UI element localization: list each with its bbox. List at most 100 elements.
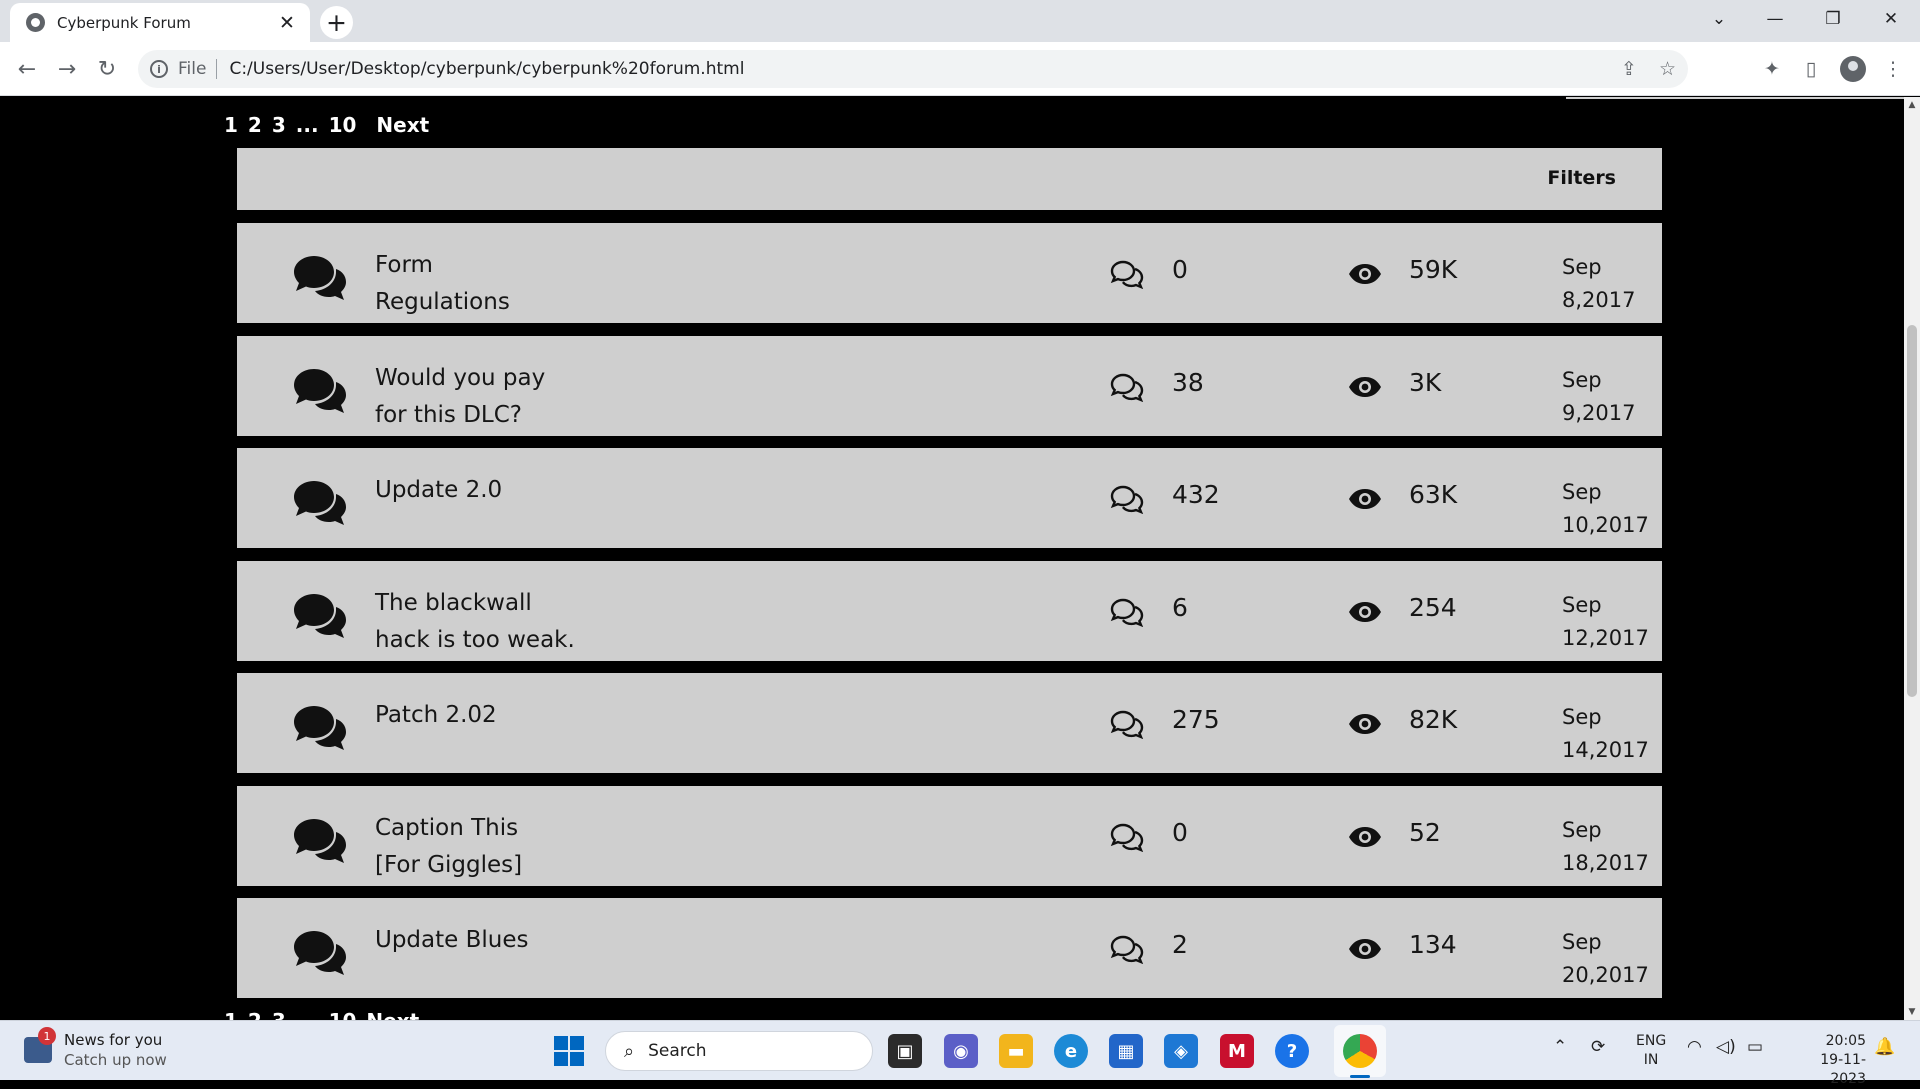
replies-icon	[1110, 484, 1144, 515]
notification-bell-icon[interactable]: 🔔	[1874, 1037, 1895, 1057]
page-link[interactable]: 1	[224, 113, 238, 137]
file-explorer-icon[interactable]: ▬	[999, 1034, 1033, 1068]
forward-button[interactable]: →	[50, 52, 84, 86]
system-clock[interactable]: 20:05 19-11-2023	[1786, 1032, 1866, 1089]
region-code: IN	[1643, 1052, 1659, 1068]
page-link[interactable]: 10	[329, 113, 357, 137]
thread-title[interactable]: Patch 2.02	[375, 697, 615, 734]
scroll-down-arrow[interactable]: ▼	[1904, 1004, 1920, 1020]
chrome-icon[interactable]	[1343, 1034, 1377, 1068]
thread-title[interactable]: The blackwall hack is too weak.	[375, 585, 615, 659]
next-page-link[interactable]: Next	[366, 1009, 419, 1020]
help-icon[interactable]: ?	[1275, 1034, 1309, 1068]
thread-title-line: The blackwall	[375, 589, 532, 616]
news-widget[interactable]: 1 News for you Catch up now	[24, 1027, 167, 1070]
battery-icon[interactable]: ▭	[1747, 1037, 1763, 1057]
eye-icon	[1348, 826, 1382, 848]
news-subtitle: Catch up now	[64, 1051, 167, 1069]
date-day-year: 10,2017	[1562, 513, 1649, 537]
chat-bubbles-icon	[292, 703, 348, 751]
start-button[interactable]	[554, 1036, 584, 1066]
thread-title[interactable]: Would you pay for this DLC?	[375, 360, 615, 434]
page-link[interactable]: 2	[248, 1009, 262, 1020]
pagination-bottom: 1 2 3 ... 10 Next	[224, 1009, 419, 1020]
browser-toolbar: ← → ↻ i File C:/Users/User/Desktop/cyber…	[0, 42, 1920, 96]
page-scrollbar[interactable]: ▲ ▼	[1904, 97, 1920, 1020]
thread-row[interactable]: Would you pay for this DLC? 38 3K Sep 9,2017	[237, 335, 1662, 436]
close-window-button[interactable]: ✕	[1864, 0, 1918, 38]
browser-tab-strip: Cyberpunk Forum ✕ + ⌄ — ❐ ✕	[0, 0, 1920, 42]
thread-title[interactable]: Caption This [For Giggles]	[375, 810, 615, 884]
microsoft-store-icon[interactable]: ▦	[1109, 1034, 1143, 1068]
scrollbar-thumb[interactable]	[1907, 325, 1917, 697]
thread-row[interactable]: Caption This [For Giggles] 0 52 Sep 18,2017	[237, 785, 1662, 886]
sync-icon[interactable]: ⟳	[1591, 1037, 1605, 1057]
views-count: 52	[1409, 817, 1441, 847]
eye-icon	[1348, 376, 1382, 398]
address-bar[interactable]: i File C:/Users/User/Desktop/cyberpunk/c…	[138, 50, 1688, 88]
taskbar-search[interactable]: ⌕ Search	[605, 1031, 873, 1071]
new-tab-button[interactable]: +	[320, 6, 353, 39]
replies-count: 38	[1172, 367, 1204, 397]
wifi-icon[interactable]: ◠	[1687, 1037, 1702, 1057]
mcafee-icon[interactable]: M	[1220, 1034, 1254, 1068]
thread-title[interactable]: Update Blues	[375, 922, 615, 959]
news-title: News for you	[64, 1031, 163, 1049]
next-page-link[interactable]: Next	[376, 113, 429, 137]
views-count: 134	[1409, 930, 1457, 959]
minimize-button[interactable]: —	[1748, 0, 1802, 38]
thread-title-line: hack is too weak.	[375, 626, 575, 653]
task-view-icon[interactable]: ▣	[888, 1034, 922, 1068]
page-link[interactable]: 10	[329, 1009, 357, 1020]
views-count: 82K	[1409, 705, 1458, 734]
replies-icon	[1110, 259, 1144, 290]
thread-date: Sep 12,2017	[1562, 589, 1662, 655]
date-month: Sep	[1562, 367, 1602, 392]
page-link[interactable]: 2	[248, 113, 262, 137]
thread-row[interactable]: The blackwall hack is too weak. 6 254 Sep 12,…	[237, 560, 1662, 661]
menu-kebab-icon[interactable]: ⋮	[1876, 52, 1910, 86]
chat-bubbles-icon	[292, 591, 348, 639]
teams-chat-icon[interactable]: ◉	[944, 1034, 978, 1068]
chevron-up-icon[interactable]: ⌃	[1553, 1037, 1567, 1057]
page-link[interactable]: 3	[272, 113, 286, 137]
thread-row[interactable]: Patch 2.02 275 82K Sep 14,2017	[237, 673, 1662, 773]
thread-title[interactable]: Form Regulations	[375, 247, 615, 321]
extensions-icon[interactable]: ✦	[1755, 52, 1789, 86]
browser-tab[interactable]: Cyberpunk Forum ✕	[10, 3, 310, 42]
page-link[interactable]: 3	[272, 1009, 286, 1020]
bookmark-star-icon[interactable]: ☆	[1659, 58, 1676, 80]
reload-button[interactable]: ↻	[90, 52, 124, 86]
thread-row[interactable]: Update 2.0 432 63K Sep 10,2017	[237, 448, 1662, 548]
forum-page: 1 2 3 ... 10 Next Filters Form Regulation…	[0, 97, 1904, 1020]
info-icon[interactable]: i	[150, 60, 168, 78]
thread-row[interactable]: Form Regulations 0 59K Sep 8,2017	[237, 223, 1662, 323]
volume-icon[interactable]: ◁)	[1716, 1037, 1736, 1057]
windows-taskbar: 1 News for you Catch up now ⌕ Search ▣ ◉…	[0, 1020, 1920, 1087]
scroll-up-arrow[interactable]: ▲	[1904, 97, 1920, 113]
profile-avatar[interactable]	[1836, 52, 1870, 86]
restore-button[interactable]: ❐	[1806, 0, 1860, 38]
clock-time: 20:05	[1825, 1033, 1866, 1049]
side-panel-icon[interactable]: ▯	[1794, 52, 1828, 86]
thread-row[interactable]: Update Blues 2 134 Sep 20,2017	[237, 898, 1662, 998]
replies-count: 0	[1172, 255, 1188, 284]
thread-title[interactable]: Update 2.0	[375, 472, 615, 509]
url-text[interactable]: C:/Users/User/Desktop/cyberpunk/cyberpun…	[229, 59, 744, 79]
chat-bubbles-icon	[292, 478, 348, 526]
pagination-top: 1 2 3 ... 10 Next	[224, 113, 429, 137]
thread-date: Sep 10,2017	[1562, 476, 1662, 542]
back-button[interactable]: ←	[10, 52, 44, 86]
security-app-icon[interactable]: ◈	[1164, 1034, 1198, 1068]
share-icon[interactable]: ⇪	[1621, 58, 1637, 80]
date-month: Sep	[1562, 480, 1602, 504]
replies-icon	[1110, 597, 1144, 627]
date-day-year: 9,2017	[1562, 400, 1636, 425]
close-tab-icon[interactable]: ✕	[276, 12, 298, 34]
thread-title-line: Update 2.0	[375, 477, 503, 503]
filters-button[interactable]: Filters	[1547, 167, 1616, 189]
language-indicator[interactable]: ENG IN	[1636, 1032, 1666, 1070]
page-link[interactable]: 1	[224, 1009, 238, 1020]
edge-browser-icon[interactable]: e	[1054, 1034, 1088, 1068]
tab-search-icon[interactable]: ⌄	[1692, 0, 1746, 38]
